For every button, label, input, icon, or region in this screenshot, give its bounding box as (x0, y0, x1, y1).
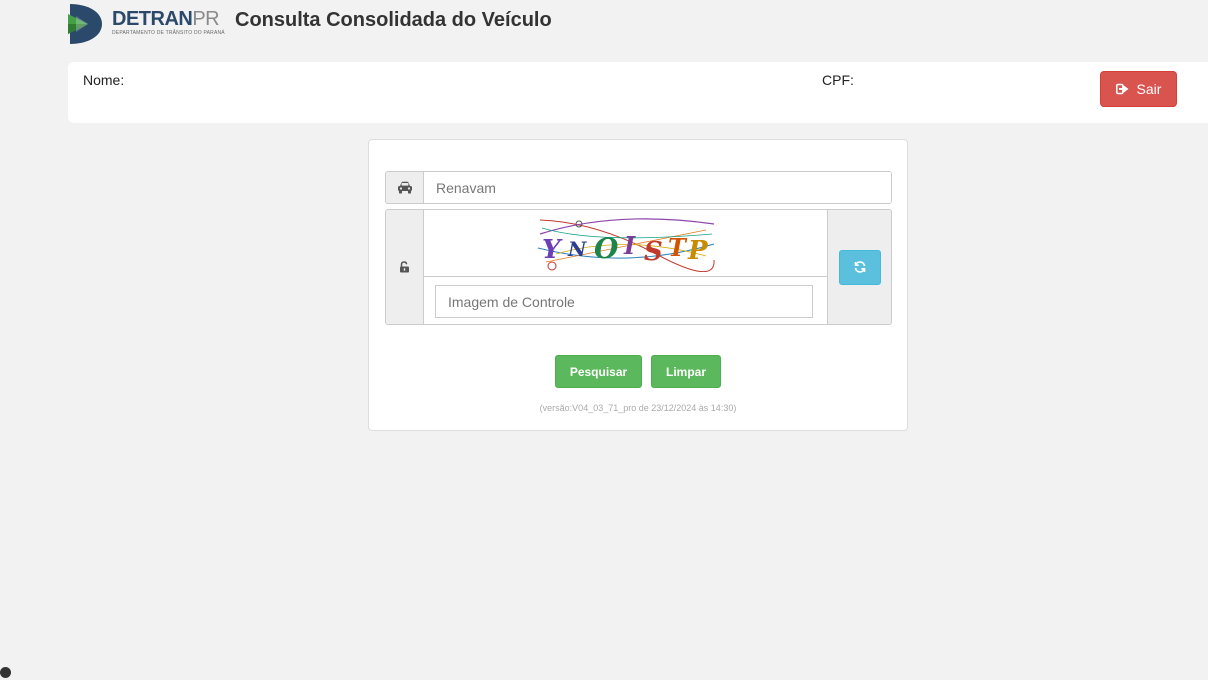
name-label: Nome: (83, 72, 125, 88)
clear-button[interactable]: Limpar (651, 355, 721, 388)
logout-button[interactable]: Sair (1100, 71, 1177, 107)
captcha-input-group: Y N O I S T P (385, 209, 892, 325)
captcha-code-input[interactable] (435, 285, 813, 318)
cpf-label: CPF: (822, 72, 854, 88)
logo-brand: DETRANPR (112, 7, 220, 30)
search-button[interactable]: Pesquisar (555, 355, 642, 388)
captcha-addon (386, 210, 424, 324)
renavam-input[interactable] (424, 172, 891, 203)
detran-logo[interactable]: DETRANPR DEPARTAMENTO DE TRÂNSITO DO PAR… (66, 0, 225, 48)
svg-text:T: T (668, 233, 688, 262)
renavam-addon (386, 172, 424, 203)
cursor-dot (0, 667, 11, 678)
unlock-icon (400, 261, 409, 273)
logout-label: Sair (1136, 81, 1162, 97)
logo-subtitle: DEPARTAMENTO DE TRÂNSITO DO PARANÁ (112, 29, 225, 36)
svg-text:N: N (567, 237, 587, 261)
header: DETRANPR DEPARTAMENTO DE TRÂNSITO DO PAR… (66, 0, 225, 48)
refresh-icon (854, 261, 865, 273)
detran-logo-icon (68, 4, 102, 44)
svg-text:S: S (644, 237, 663, 267)
svg-text:P: P (687, 236, 709, 266)
car-icon (397, 181, 412, 194)
renavam-input-group (385, 171, 892, 204)
vehicle-query-form: Y N O I S T P (368, 139, 908, 431)
captcha-picture: Y N O I S T P (537, 218, 715, 272)
captcha-image: Y N O I S T P (424, 210, 827, 277)
svg-text:Y: Y (542, 235, 563, 265)
form-actions: Pesquisar Limpar (369, 355, 907, 388)
sign-out-icon (1115, 83, 1129, 95)
svg-text:O: O (594, 232, 619, 265)
user-info-panel: Nome: CPF: Sair (68, 62, 1208, 123)
version-info: (versão:V04_03_71_pro de 23/12/2024 às 1… (539, 403, 737, 413)
refresh-captcha-button[interactable] (838, 249, 881, 285)
svg-text:I: I (623, 231, 636, 260)
page-title: Consulta Consolidada do Veículo (235, 9, 552, 31)
